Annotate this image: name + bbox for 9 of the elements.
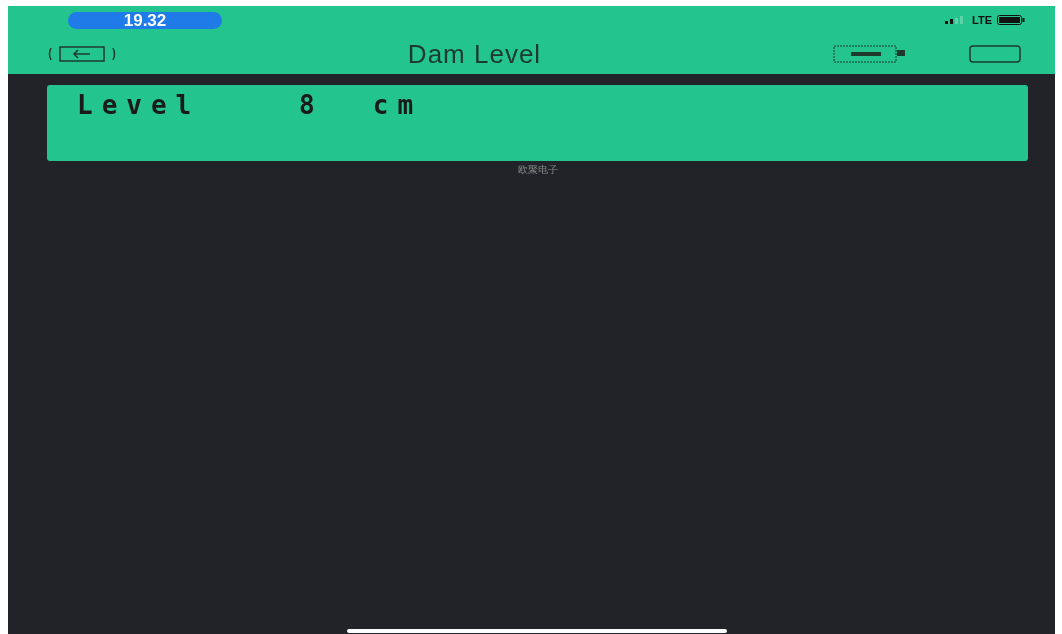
widget-caption: 欧聚电子 bbox=[517, 163, 558, 177]
back-icon[interactable] bbox=[48, 45, 116, 63]
lcd-line: Level 8 cm bbox=[77, 91, 424, 119]
device-icon[interactable] bbox=[833, 44, 907, 64]
battery-icon bbox=[997, 15, 1025, 25]
square-icon[interactable] bbox=[969, 45, 1021, 63]
network-label: LTE bbox=[972, 14, 992, 26]
screen-title: Dam Level bbox=[406, 38, 543, 70]
status-time: 19.32 bbox=[68, 11, 222, 29]
